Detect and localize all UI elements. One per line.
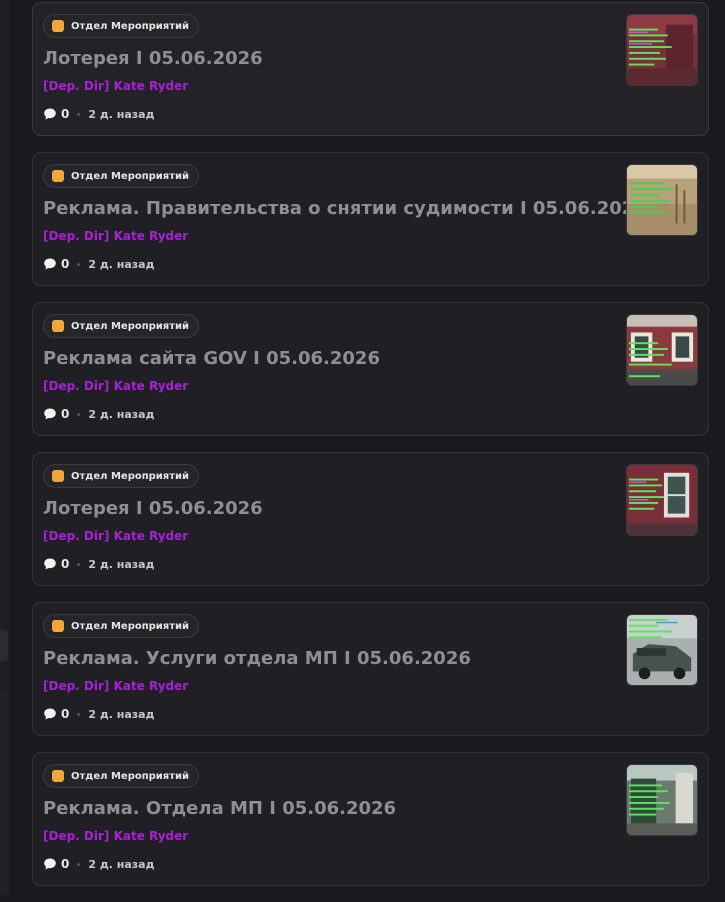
screenshot-thumbnail-car [627,615,697,685]
category-tag[interactable]: Отдел Мероприятий [43,14,200,38]
post-meta: 0 2 д. назад [43,256,154,272]
screenshot-thumbnail-street [627,765,697,835]
comment-icon [44,858,56,870]
post-card[interactable]: Отдел Мероприятий Реклама. Услуги отдела… [32,602,709,736]
comment-count: 0 [61,257,70,271]
category-color-icon [52,620,64,632]
post-meta: 0 2 д. назад [43,706,154,722]
post-thumbnail[interactable] [626,614,698,686]
post-author[interactable]: [Dep. Dir] Kate Ryder [43,829,188,843]
meta-separator [77,112,81,116]
category-color-icon [52,320,64,332]
category-label: Отдел Мероприятий [71,170,190,182]
post-thumbnail[interactable] [626,764,698,836]
category-tag[interactable]: Отдел Мероприятий [43,164,200,188]
meta-separator [77,262,81,266]
post-meta: 0 2 д. назад [43,556,154,572]
comment-icon [44,408,56,420]
screenshot-thumbnail-red-wall [627,15,697,85]
post-thumbnail[interactable] [626,14,698,86]
category-label: Отдел Мероприятий [71,20,190,32]
category-color-icon [52,20,64,32]
post-thumbnail[interactable] [626,164,698,236]
screenshot-thumbnail-window [627,465,697,535]
post-title[interactable]: Реклама. Правительства о снятии судимост… [43,198,647,219]
post-card[interactable]: Отдел Мероприятий Реклама. Отдела МП I 0… [32,752,709,886]
post-thumbnail[interactable] [626,464,698,536]
category-color-icon [52,170,64,182]
post-meta: 0 2 д. назад [43,406,154,422]
category-label: Отдел Мероприятий [71,770,190,782]
comment-icon [44,108,56,120]
comment-icon [44,558,56,570]
post-time: 2 д. назад [88,707,155,721]
post-author[interactable]: [Dep. Dir] Kate Ryder [43,529,188,543]
category-color-icon [52,470,64,482]
category-tag[interactable]: Отдел Мероприятий [43,614,200,638]
sidebar-panel-edge [0,690,8,895]
meta-separator [77,412,81,416]
post-card[interactable]: Отдел Мероприятий Реклама. Правительства… [32,152,709,286]
comment-icon [44,708,56,720]
category-color-icon [52,770,64,782]
comment-count: 0 [61,707,70,721]
post-meta: 0 2 д. назад [43,106,154,122]
post-card[interactable]: Отдел Мероприятий Лотерея I 05.06.2026 [… [32,2,709,136]
post-card[interactable]: Отдел Мероприятий Реклама сайта GOV I 05… [32,302,709,436]
post-author[interactable]: [Dep. Dir] Kate Ryder [43,229,188,243]
post-feed: Отдел Мероприятий Лотерея I 05.06.2026 [… [32,2,710,902]
post-title[interactable]: Лотерея I 05.06.2026 [43,48,263,69]
meta-separator [77,862,81,866]
screenshot-thumbnail-building [627,315,697,385]
comment-count: 0 [61,407,70,421]
post-title[interactable]: Лотерея I 05.06.2026 [43,498,263,519]
post-author[interactable]: [Dep. Dir] Kate Ryder [43,679,188,693]
category-label: Отдел Мероприятий [71,320,190,332]
post-meta: 0 2 д. назад [43,856,154,872]
post-time: 2 д. назад [88,257,155,271]
comment-count: 0 [61,107,70,121]
category-label: Отдел Мероприятий [71,470,190,482]
category-label: Отдел Мероприятий [71,620,190,632]
post-card[interactable]: Отдел Мероприятий Лотерея I 05.06.2026 [… [32,452,709,586]
post-title[interactable]: Реклама. Услуги отдела МП I 05.06.2026 [43,648,471,669]
comment-count: 0 [61,857,70,871]
post-thumbnail[interactable] [626,314,698,386]
post-author[interactable]: [Dep. Dir] Kate Ryder [43,379,188,393]
category-tag[interactable]: Отдел Мероприятий [43,464,200,488]
post-time: 2 д. назад [88,107,155,121]
post-time: 2 д. назад [88,407,155,421]
category-tag[interactable]: Отдел Мероприятий [43,314,200,338]
post-time: 2 д. назад [88,857,155,871]
post-title[interactable]: Реклама сайта GOV I 05.06.2026 [43,348,380,369]
comment-icon [44,258,56,270]
meta-separator [77,712,81,716]
post-title[interactable]: Реклама. Отдела МП I 05.06.2026 [43,798,396,819]
comment-count: 0 [61,557,70,571]
post-time: 2 д. назад [88,557,155,571]
sidebar-handle[interactable] [0,630,8,662]
meta-separator [77,562,81,566]
screenshot-thumbnail-sand [627,165,697,235]
post-author[interactable]: [Dep. Dir] Kate Ryder [43,79,188,93]
category-tag[interactable]: Отдел Мероприятий [43,764,200,788]
